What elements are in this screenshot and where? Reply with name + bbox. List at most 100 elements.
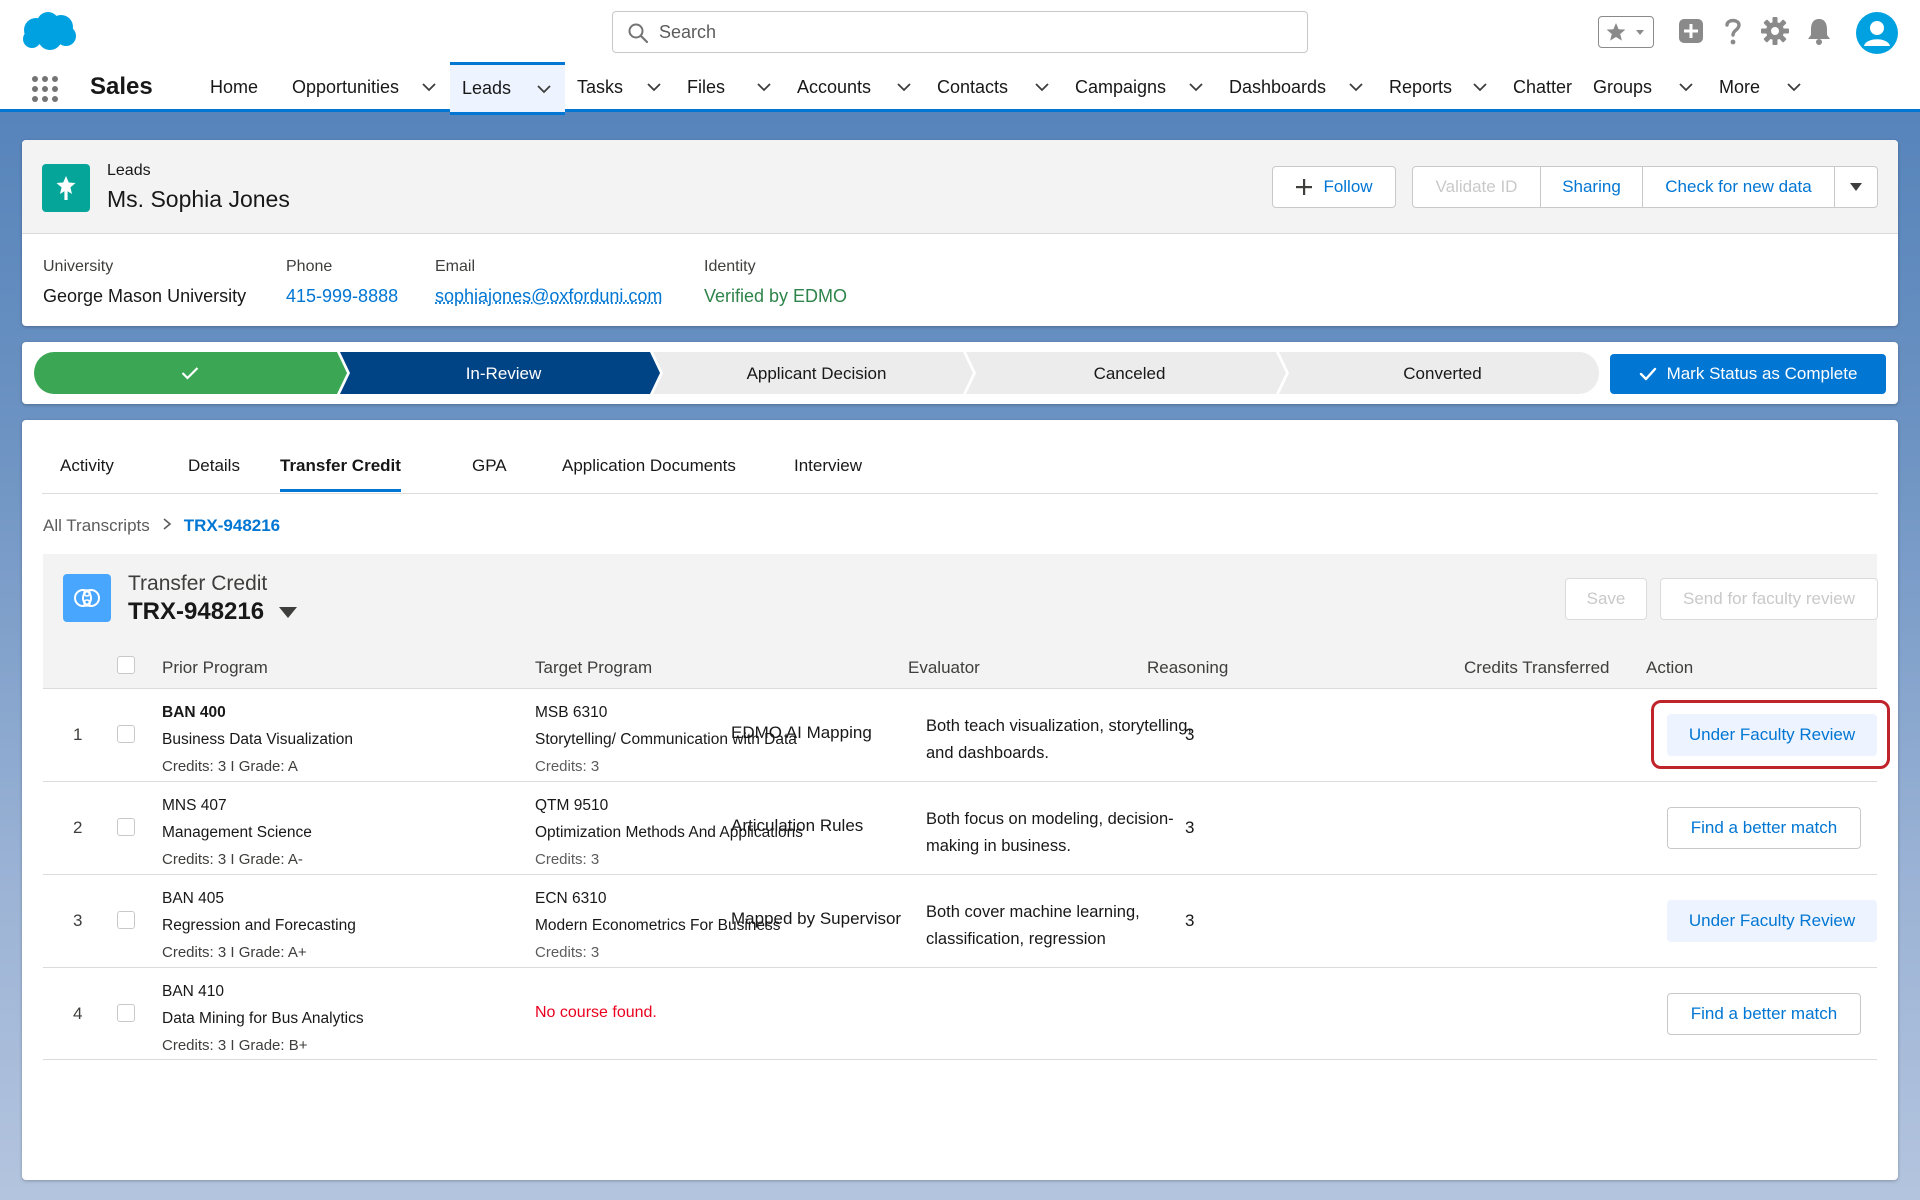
chevron-down-icon[interactable]: [1033, 78, 1051, 96]
prior-course-title: Data Mining for Bus Analytics: [162, 1010, 364, 1027]
nav-item-opportunities[interactable]: Opportunities: [280, 62, 450, 112]
chevron-down-icon[interactable]: [420, 78, 438, 96]
nav-item-more[interactable]: More: [1707, 62, 1815, 112]
send-for-faculty-review-button[interactable]: Send for faculty review: [1660, 578, 1878, 620]
chevron-down-icon[interactable]: [895, 78, 913, 96]
transfer-credit-label: Transfer Credit: [128, 572, 268, 595]
chevron-down-icon[interactable]: [1633, 25, 1647, 39]
help-button[interactable]: [1716, 14, 1750, 48]
lead-icon: [42, 164, 90, 212]
chevron-down-icon[interactable]: [1187, 78, 1205, 96]
global-header: [0, 0, 1920, 62]
chevron-down-icon[interactable]: [755, 78, 773, 96]
chevron-down-icon[interactable]: [645, 78, 663, 96]
chevron-down-icon[interactable]: [535, 80, 553, 98]
breadcrumb-all-transcripts[interactable]: All Transcripts: [43, 516, 150, 536]
chevron-down-icon[interactable]: [1677, 78, 1695, 96]
row-checkbox[interactable]: [117, 725, 135, 743]
tab-application-documents[interactable]: Application Documents: [562, 456, 736, 492]
email-field: Email sophiajones@oxforduni.com: [435, 258, 662, 307]
row-checkbox[interactable]: [117, 911, 135, 929]
nav-item-reports[interactable]: Reports: [1377, 62, 1501, 112]
gear-icon: [1761, 17, 1789, 45]
nav-item-chatter[interactable]: Chatter: [1501, 62, 1581, 112]
nav-item-leads[interactable]: Leads: [450, 62, 565, 115]
follow-button[interactable]: Follow: [1272, 166, 1396, 208]
prior-course-title: Management Science: [162, 824, 312, 841]
prior-course-title: Regression and Forecasting: [162, 917, 356, 934]
column-evaluator: Evaluator: [908, 658, 980, 677]
nav-item-campaigns[interactable]: Campaigns: [1063, 62, 1217, 112]
transcript-id[interactable]: TRX-948216: [128, 598, 298, 626]
app-launcher-icon[interactable]: [30, 74, 60, 104]
nav-item-label: Opportunities: [292, 76, 400, 97]
mark-status-complete-button[interactable]: Mark Status as Complete: [1610, 354, 1886, 394]
target-course-meta: Credits: 3: [535, 851, 600, 868]
global-search[interactable]: [612, 11, 1308, 53]
target-course-code: QTM 9510: [535, 797, 609, 814]
global-actions-button[interactable]: [1674, 14, 1708, 48]
nav-item-label: Reports: [1389, 76, 1453, 97]
row-checkbox[interactable]: [117, 1004, 135, 1022]
chevron-down-icon[interactable]: [278, 605, 298, 619]
validate-id-button[interactable]: Validate ID: [1413, 167, 1541, 207]
field-label: Identity: [704, 258, 756, 275]
chevron-down-icon: [1850, 183, 1862, 191]
target-course-code: ECN 6310: [535, 890, 607, 907]
nav-item-contacts[interactable]: Contacts: [925, 62, 1063, 112]
record-name: Ms. Sophia Jones: [107, 186, 290, 212]
add-icon: [1679, 19, 1703, 43]
reasoning-cell: Both focus on modeling, decision-making …: [926, 810, 1174, 855]
record-highlights: Leads Ms. Sophia Jones Follow Validate I…: [22, 140, 1898, 234]
user-avatar[interactable]: [1856, 12, 1898, 54]
field-value: George Mason University: [43, 286, 247, 306]
notifications-button[interactable]: [1802, 14, 1836, 48]
nav-item-home[interactable]: Home: [198, 62, 280, 112]
prior-program-cell: BAN 405 Regression and Forecasting Credi…: [162, 885, 356, 966]
more-actions-button[interactable]: [1835, 167, 1877, 207]
row-checkbox[interactable]: [117, 818, 135, 836]
find-better-match-button[interactable]: Find a better match: [1667, 807, 1861, 849]
nav-item-dashboards[interactable]: Dashboards: [1217, 62, 1377, 112]
prior-course-code: BAN 410: [162, 983, 225, 1000]
nav-item-files[interactable]: Files: [675, 62, 785, 112]
phone-field: Phone 415-999-8888: [286, 258, 398, 307]
path-stage-label: Canceled: [1094, 364, 1166, 383]
nav-item-groups[interactable]: Groups: [1581, 62, 1707, 112]
column-credits-transferred: Credits Transferred: [1464, 658, 1610, 677]
nav-item-accounts[interactable]: Accounts: [785, 62, 925, 112]
select-all-checkbox[interactable]: [117, 656, 135, 674]
save-button[interactable]: Save: [1565, 578, 1647, 620]
search-input[interactable]: [659, 18, 1279, 46]
record-tabs: Activity Details Transfer Credit GPA App…: [42, 420, 1878, 494]
tab-details[interactable]: Details: [188, 456, 240, 492]
setup-button[interactable]: [1758, 14, 1792, 48]
favorites-button[interactable]: [1598, 16, 1654, 48]
prior-course-code: BAN 405: [162, 890, 225, 907]
evaluator-cell: EDMO AI Mapping: [731, 723, 872, 742]
prior-program-cell: MNS 407 Management Science Credits: 3 I …: [162, 792, 312, 873]
under-faculty-review-button[interactable]: Under Faculty Review: [1667, 714, 1877, 756]
find-better-match-button[interactable]: Find a better match: [1667, 993, 1861, 1035]
prior-course-title: Business Data Visualization: [162, 731, 353, 748]
user-icon: [1864, 21, 1890, 46]
sharing-button[interactable]: Sharing: [1541, 167, 1643, 207]
nav-item-label: Home: [210, 76, 259, 97]
main-content: Activity Details Transfer Credit GPA App…: [22, 420, 1898, 1180]
tab-interview[interactable]: Interview: [794, 456, 862, 492]
chevron-down-icon[interactable]: [1471, 78, 1489, 96]
under-faculty-review-button[interactable]: Under Faculty Review: [1667, 900, 1877, 942]
chevron-down-icon[interactable]: [1785, 78, 1803, 96]
tab-transfer-credit[interactable]: Transfer Credit: [280, 456, 401, 492]
check-for-new-data-button[interactable]: Check for new data: [1643, 167, 1835, 207]
tab-activity[interactable]: Activity: [60, 456, 114, 492]
email-link[interactable]: sophiajones@oxforduni.com: [435, 286, 662, 307]
tab-gpa[interactable]: GPA: [472, 456, 507, 492]
nav-item-tasks[interactable]: Tasks: [565, 62, 675, 112]
breadcrumb: All Transcripts TRX-948216: [43, 516, 280, 536]
path-stage-complete[interactable]: [54, 352, 347, 394]
field-label: University: [43, 258, 114, 275]
phone-link[interactable]: 415-999-8888: [286, 286, 398, 307]
salesforce-cloud-logo[interactable]: [20, 10, 78, 52]
chevron-down-icon[interactable]: [1347, 78, 1365, 96]
